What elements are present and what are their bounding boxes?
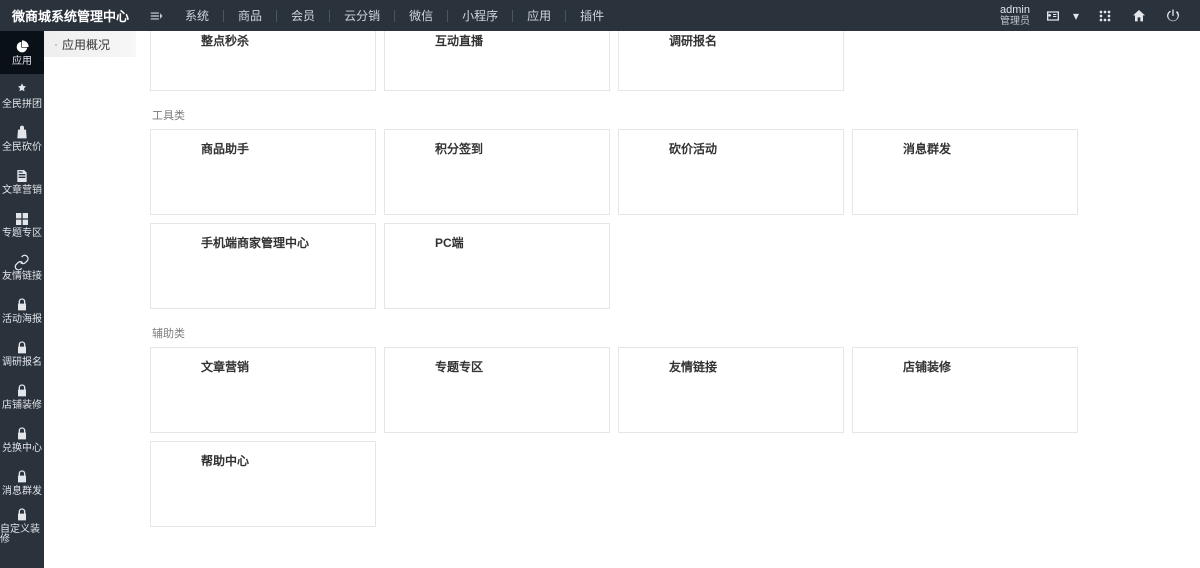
user-role: 管理员: [1000, 16, 1030, 27]
user-name: admin: [1000, 4, 1030, 16]
apps-grid-icon[interactable]: [1088, 0, 1122, 31]
section-title-aux: 辅助类: [150, 309, 1186, 347]
sub-sidebar-overview[interactable]: 应用概况: [44, 31, 136, 57]
lock-icon: [14, 426, 30, 442]
lock-icon: [14, 469, 30, 485]
chevron-down-icon[interactable]: ▾: [1070, 9, 1082, 23]
sidebar-item-groupbuy[interactable]: 全民拼团: [0, 74, 44, 117]
user-info[interactable]: admin 管理员: [1000, 4, 1036, 27]
nav-member[interactable]: 会员: [277, 0, 329, 31]
app-card[interactable]: 友情链接: [618, 347, 844, 433]
id-card-icon[interactable]: [1036, 0, 1070, 31]
lock-icon: [14, 507, 30, 523]
sidebar-item-article[interactable]: 文章营销: [0, 160, 44, 203]
app-card[interactable]: PC端: [384, 223, 610, 309]
app-card[interactable]: 积分签到: [384, 129, 610, 215]
app-card[interactable]: 店铺装修: [852, 347, 1078, 433]
topbar: 微商城系统管理中心 系统 商品 会员 云分销 微信 小程序 应用 插件 admi…: [0, 0, 1200, 31]
main-content: 整点秒杀 互动直播 调研报名 工具类 商品助手 积分签到 砍价活动 消息群发 手…: [144, 31, 1192, 547]
sidebar-item-apps[interactable]: 应用: [0, 31, 44, 74]
power-icon[interactable]: [1156, 0, 1190, 31]
topbar-right: admin 管理员 ▾: [1000, 0, 1200, 31]
sidebar-item-custom[interactable]: 自定义装修: [0, 504, 44, 547]
app-title: 微商城系统管理中心: [0, 6, 141, 25]
nav-system[interactable]: 系统: [171, 0, 223, 31]
doc-icon: [14, 168, 30, 184]
nav-miniapp[interactable]: 小程序: [448, 0, 512, 31]
nav-plugin[interactable]: 插件: [566, 0, 618, 31]
app-card[interactable]: 砍价活动: [618, 129, 844, 215]
card-grid-tools: 商品助手 积分签到 砍价活动 消息群发 手机端商家管理中心 PC端: [150, 129, 1186, 309]
sidebar-item-survey[interactable]: 调研报名: [0, 332, 44, 375]
card-grid-aux: 文章营销 专题专区 友情链接 店铺装修 帮助中心: [150, 347, 1186, 527]
app-card[interactable]: 商品助手: [150, 129, 376, 215]
sub-sidebar: 应用概况: [44, 31, 136, 57]
nav-apps[interactable]: 应用: [513, 0, 565, 31]
app-card[interactable]: 整点秒杀: [150, 31, 376, 91]
card-grid-top: 整点秒杀 互动直播 调研报名: [150, 31, 1186, 91]
app-card[interactable]: 手机端商家管理中心: [150, 223, 376, 309]
nav-product[interactable]: 商品: [224, 0, 276, 31]
app-card[interactable]: 帮助中心: [150, 441, 376, 527]
lock-icon: [14, 383, 30, 399]
app-card[interactable]: 文章营销: [150, 347, 376, 433]
app-card[interactable]: 消息群发: [852, 129, 1078, 215]
sidebar-item-exchange[interactable]: 兑换中心: [0, 418, 44, 461]
nav-cloud[interactable]: 云分销: [330, 0, 394, 31]
main-sidebar: 应用 全民拼团 全民砍价 文章营销 专题专区 友情链接 活动海报 调研报名 店铺…: [0, 31, 44, 568]
section-title-tools: 工具类: [150, 91, 1186, 129]
pie-icon: [14, 39, 30, 55]
sidebar-item-topic[interactable]: 专题专区: [0, 203, 44, 246]
collapse-sidebar-icon[interactable]: [141, 0, 171, 31]
content-scroll[interactable]: 整点秒杀 互动直播 调研报名 工具类 商品助手 积分签到 砍价活动 消息群发 手…: [44, 31, 1192, 568]
app-card[interactable]: 调研报名: [618, 31, 844, 91]
top-nav: 系统 商品 会员 云分销 微信 小程序 应用 插件: [171, 0, 618, 31]
grid-icon: [14, 211, 30, 227]
bag-icon: [14, 125, 30, 141]
home-icon[interactable]: [1122, 0, 1156, 31]
lock-icon: [14, 340, 30, 356]
sidebar-item-poster[interactable]: 活动海报: [0, 289, 44, 332]
sidebar-item-broadcast[interactable]: 消息群发: [0, 461, 44, 504]
app-card[interactable]: 专题专区: [384, 347, 610, 433]
link-icon: [14, 254, 30, 270]
sidebar-item-decorate[interactable]: 店铺装修: [0, 375, 44, 418]
hand-icon: [14, 82, 30, 98]
nav-wechat[interactable]: 微信: [395, 0, 447, 31]
sidebar-item-friendlink[interactable]: 友情链接: [0, 246, 44, 289]
sidebar-item-bargain[interactable]: 全民砍价: [0, 117, 44, 160]
lock-icon: [14, 297, 30, 313]
app-card[interactable]: 互动直播: [384, 31, 610, 91]
